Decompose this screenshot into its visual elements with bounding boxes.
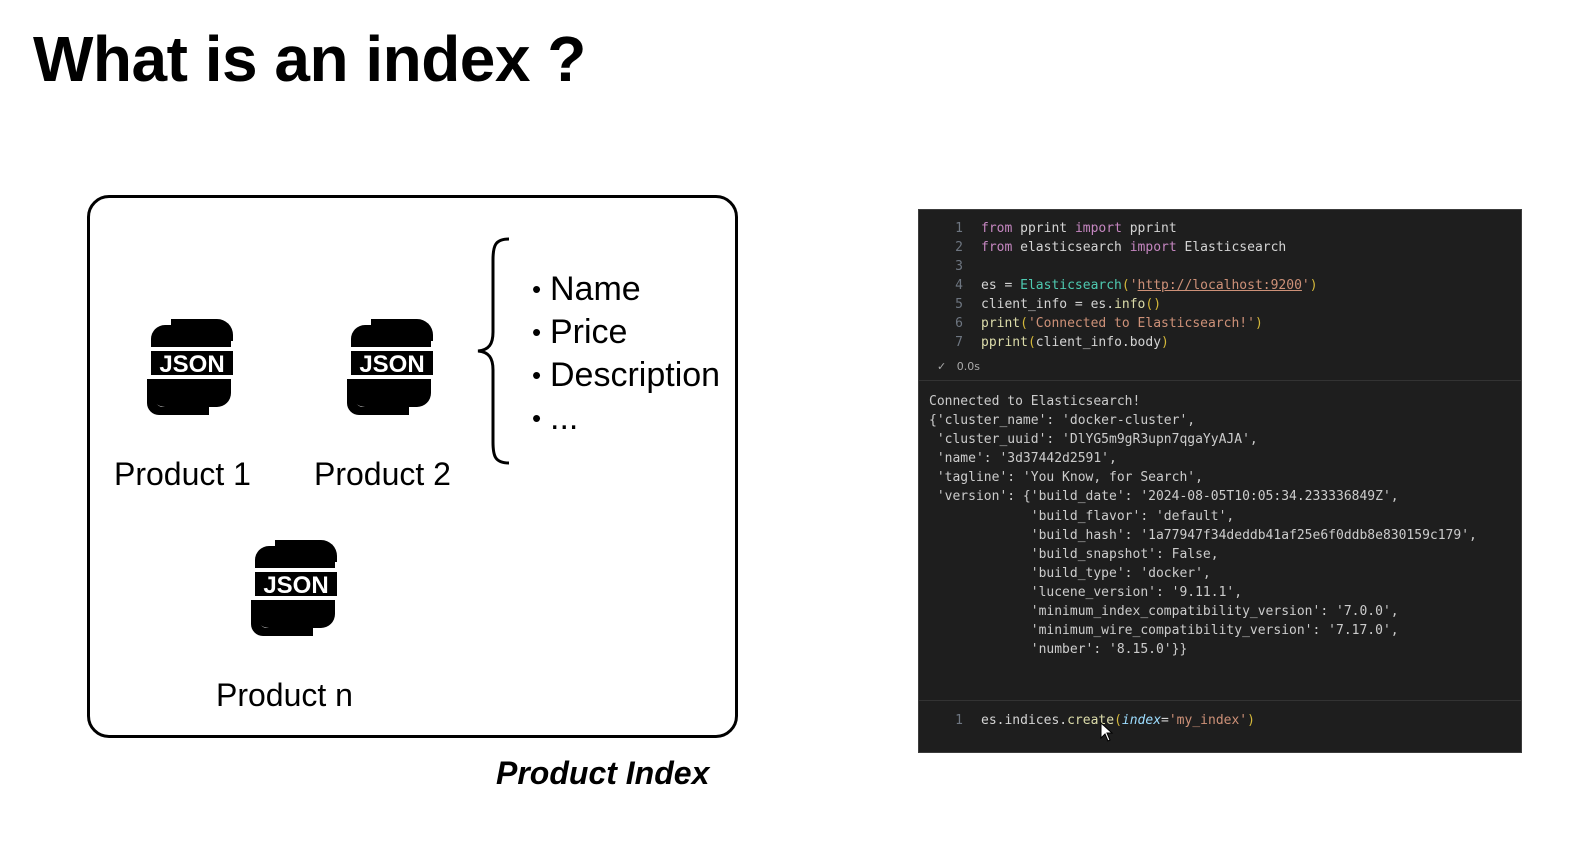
field-item: • Name — [532, 270, 641, 308]
check-icon: ✓ — [937, 360, 947, 373]
curly-brace-icon — [477, 237, 510, 465]
code-line: 2 from elasticsearch import Elasticsearch — [955, 240, 1287, 255]
mouse-cursor-icon — [1100, 722, 1114, 742]
svg-text:JSON: JSON — [359, 351, 424, 378]
json-file-icon: JSON — [251, 540, 341, 636]
product-n-label: Product n — [216, 677, 353, 713]
field-item: • Description — [532, 356, 721, 394]
field-item: •... — [532, 399, 579, 437]
svg-text:JSON: JSON — [159, 351, 224, 378]
cell-output: Connected to Elasticsearch! {'cluster_na… — [929, 394, 1477, 658]
product-2-label: Product 2 — [314, 456, 451, 492]
code-line: 7 pprint(client_info.body) — [955, 335, 1169, 350]
product-1-label: Product 1 — [114, 456, 251, 492]
field-list: • Name • Price • Description •... — [532, 268, 720, 440]
code-line: 5 client_info = es.info() — [955, 297, 1162, 312]
index-caption: Product Index — [496, 755, 710, 791]
json-file-icon: JSON — [347, 319, 437, 415]
code-line[interactable]: 1 es.indices.create(index='my_index') — [919, 711, 1255, 730]
json-file-icon: JSON — [147, 319, 237, 415]
notebook-code-panel[interactable]: 1 from pprint import pprint 2 from elastic… — [918, 209, 1522, 753]
code-line: 6 print('Connected to Elasticsearch!') — [955, 316, 1263, 331]
code-line: 4 es = Elasticsearch('http://localhost:92… — [955, 278, 1318, 293]
code-line: 1 from pprint import pprint — [955, 221, 1177, 236]
field-item: • Price — [532, 313, 628, 351]
code-cell-2[interactable]: 1 es.indices.create(index='my_index') — [919, 701, 1521, 753]
slide-title: What is an index ? — [33, 23, 586, 95]
execution-status: ✓ 0.0s — [937, 360, 980, 373]
svg-text:JSON: JSON — [263, 572, 328, 599]
cell-divider — [919, 380, 1521, 381]
code-cell-1[interactable]: 1 from pprint import pprint 2 from elastic… — [919, 210, 1521, 380]
code-line: 3 — [955, 259, 963, 274]
